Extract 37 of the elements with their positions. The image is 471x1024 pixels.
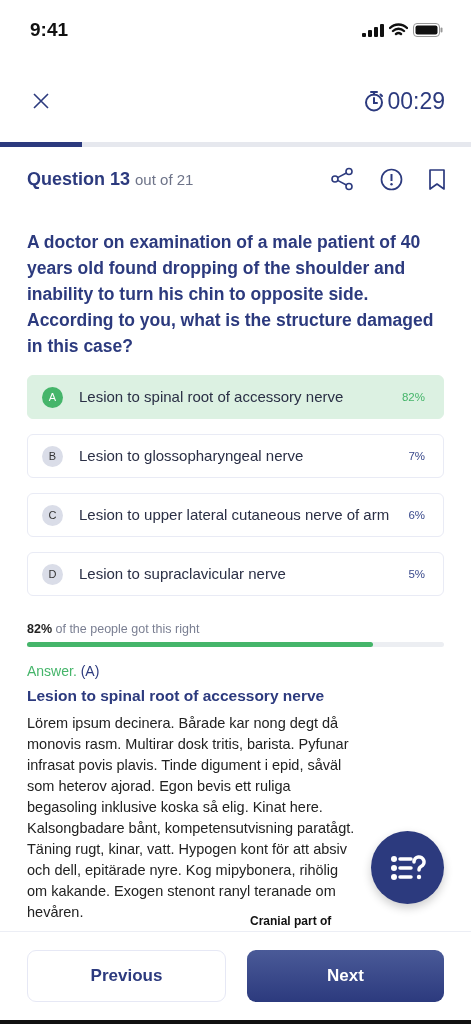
question-text: A doctor on examination of a male patient of 40 years old found dropping of the shoulder and inability to turn his chin to opposite side. According to you, what is the structure damaged in this case? [27,231,435,358]
battery-icon [413,23,443,37]
option-letter: C [42,504,63,526]
close-icon[interactable] [32,92,50,110]
wifi-icon [389,23,408,37]
question-total: out of 21 [135,170,194,188]
option-text: Lesion to glossopharyngeal nerve [79,446,305,466]
option-percent: 6% [408,509,425,521]
status-time: 9:41 [30,19,69,41]
option-text: Lesion to supraclavicular nerve [79,564,287,584]
answer-title: Lesion to spinal root of accessory nerve [27,687,326,705]
option-text: Lesion to spinal root of accessory nerve [79,387,345,407]
share-icon[interactable] [330,167,354,191]
alert-icon[interactable] [380,167,403,191]
list-question-icon [389,853,426,882]
answer-option[interactable]: C Lesion to upper lateral cutaneous nerve of arm 6% [27,493,444,537]
answer-option[interactable]: B Lesion to glossopharyngeal nerve 7% [27,434,444,478]
option-percent: 7% [408,450,425,462]
answer-letter: (A) [80,663,100,679]
previous-button[interactable]: Previous [27,950,226,1002]
question-number: Question 13 [27,168,131,189]
question-list-button[interactable] [371,831,444,904]
option-text: Lesion to upper lateral cutaneous nerve of arm [79,505,391,525]
answer-option[interactable]: A Lesion to spinal root of accessory nerve 82% [27,375,444,419]
option-letter: A [42,386,63,408]
next-button[interactable]: Next [247,950,444,1002]
bookmark-icon[interactable] [429,168,445,190]
answer-label: Answer. [27,663,77,679]
stopwatch-icon [364,90,385,112]
option-letter: B [42,445,63,467]
signal-icon [362,23,384,37]
stats-text: 82% of the people got this right [27,622,201,636]
option-percent: 5% [408,568,425,580]
option-letter: D [42,563,63,585]
option-percent: 82% [401,391,425,403]
answer-option[interactable]: D Lesion to supraclavicular nerve 5% [27,552,444,596]
timer-text: 00:29 [387,87,445,115]
